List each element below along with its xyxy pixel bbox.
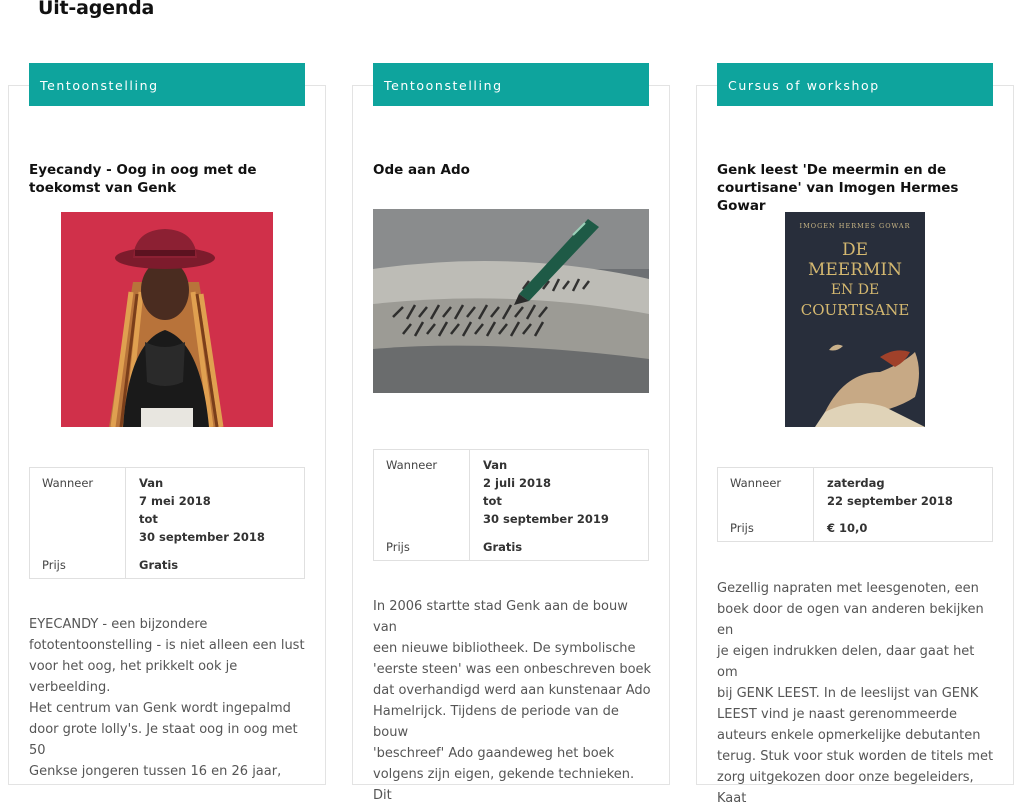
book-title-text: DE MEERMIN EN DE COURTISANE	[785, 240, 925, 320]
description-line: fototentoonstelling - is niet alleen een…	[29, 638, 305, 653]
event-info-table: Wanneer Van 2 juli 2018 tot 30 september…	[373, 449, 649, 561]
event-title-line: Genk leest 'De meermin en de	[717, 162, 947, 178]
event-title[interactable]: Eyecandy - Oog in oog met de toekomst va…	[29, 161, 305, 197]
when-value: 30 september 2019	[483, 512, 609, 526]
book-title-line: EN DE	[830, 282, 880, 298]
description-line: auteurs enkele opmerkelijke debutanten	[717, 728, 981, 743]
when-value: Van	[483, 458, 508, 472]
event-title-line: courtisane' van Imogen Hermes Gowar	[717, 180, 959, 214]
when-value: tot	[483, 494, 502, 508]
ink-pen-photo	[373, 209, 649, 393]
description-line: zorg uitgekozen door onze begeleiders, K…	[717, 770, 974, 806]
description-line: bij GENK LEEST. In de leeslijst van GENK	[717, 686, 979, 701]
description-line: een nieuwe bibliotheek. De symbolische	[373, 641, 636, 656]
description-line: 'beschreef' Ado gaandeweg het boek	[373, 746, 615, 761]
when-value: zaterdag	[827, 476, 885, 490]
description-line: boek door de ogen van anderen bekijken e…	[717, 602, 984, 638]
category-tag[interactable]: Tentoonstelling	[29, 63, 305, 106]
event-image[interactable]	[373, 209, 649, 393]
description-line: je eigen indrukken delen, daar gaat het …	[717, 644, 975, 680]
event-description: In 2006 startte stad Genk aan de bouw va…	[373, 596, 655, 806]
event-title[interactable]: Ode aan Ado	[373, 161, 649, 179]
description-line: Het centrum van Genk wordt ingepalmd	[29, 701, 291, 716]
price-label: Prijs	[42, 558, 66, 572]
event-info-table: Wanneer Van 7 mei 2018 tot 30 september …	[29, 467, 305, 579]
description-line: LEEST vind je naast gerenommeerde	[717, 707, 958, 722]
description-line: volgens zijn eigen, gekende technieken. …	[373, 767, 635, 803]
when-value: tot	[139, 512, 158, 526]
when-value: 22 september 2018	[827, 494, 953, 508]
event-image[interactable]	[61, 212, 273, 427]
book-title-line: COURTISANE	[800, 301, 910, 319]
category-tag[interactable]: Cursus of workshop	[717, 63, 993, 106]
page-title: Uit-agenda	[38, 0, 155, 19]
price-label: Prijs	[730, 521, 754, 535]
price-value: Gratis	[139, 558, 179, 572]
event-description: Gezellig napraten met leesgenoten, een b…	[717, 578, 999, 809]
when-value: 30 september 2018	[139, 530, 265, 544]
category-tag[interactable]: Tentoonstelling	[373, 63, 649, 106]
description-line: In 2006 startte stad Genk aan de bouw va…	[373, 599, 628, 635]
description-line: dat overhandigd werd aan kunstenaar Ado	[373, 683, 651, 698]
price-value: € 10,0	[827, 521, 868, 535]
description-line: door grote lolly's. Je staat oog in oog …	[29, 722, 298, 758]
when-value: 7 mei 2018	[139, 494, 211, 508]
table-divider	[125, 468, 126, 578]
table-divider	[469, 450, 470, 560]
when-label: Wanneer	[42, 476, 94, 490]
event-title-line: Eyecandy - Oog in oog met de	[29, 162, 257, 178]
when-value: Van	[139, 476, 164, 490]
event-info-table: Wanneer zaterdag 22 september 2018 Prijs…	[717, 467, 993, 542]
description-line: Genkse jongeren tussen 16 en 26 jaar,	[29, 764, 282, 779]
book-title-line: DE	[841, 240, 869, 260]
event-title[interactable]: Genk leest 'De meermin en de courtisane'…	[717, 161, 1007, 215]
when-label: Wanneer	[730, 476, 782, 490]
event-description: EYECANDY - een bijzondere fototentoonste…	[29, 614, 311, 782]
book-title-line: MEERMIN	[807, 260, 903, 280]
description-line: Hamelrijck. Tijdens de periode van de bo…	[373, 704, 619, 740]
table-divider	[813, 468, 814, 541]
portrait-photo	[61, 212, 273, 427]
when-value: 2 juli 2018	[483, 476, 552, 490]
description-line: voor het oog, het prikkelt ook je verbee…	[29, 659, 238, 695]
price-label: Prijs	[386, 540, 410, 554]
when-label: Wanneer	[386, 458, 438, 472]
event-image[interactable]: IMOGEN HERMES GOWAR DE MEERMIN EN DE COU…	[785, 212, 925, 427]
book-author-text: IMOGEN HERMES GOWAR	[799, 222, 911, 230]
price-value: Gratis	[483, 540, 523, 554]
event-title-line: toekomst van Genk	[29, 180, 177, 196]
description-line: Gezellig napraten met leesgenoten, een	[717, 581, 979, 596]
description-line: 'eerste steen' was een onbeschreven boek	[373, 662, 652, 677]
event-title-line: Ode aan Ado	[373, 162, 470, 178]
description-line: terug. Stuk voor stuk worden de titels m…	[717, 749, 994, 764]
description-line: EYECANDY - een bijzondere	[29, 617, 208, 632]
